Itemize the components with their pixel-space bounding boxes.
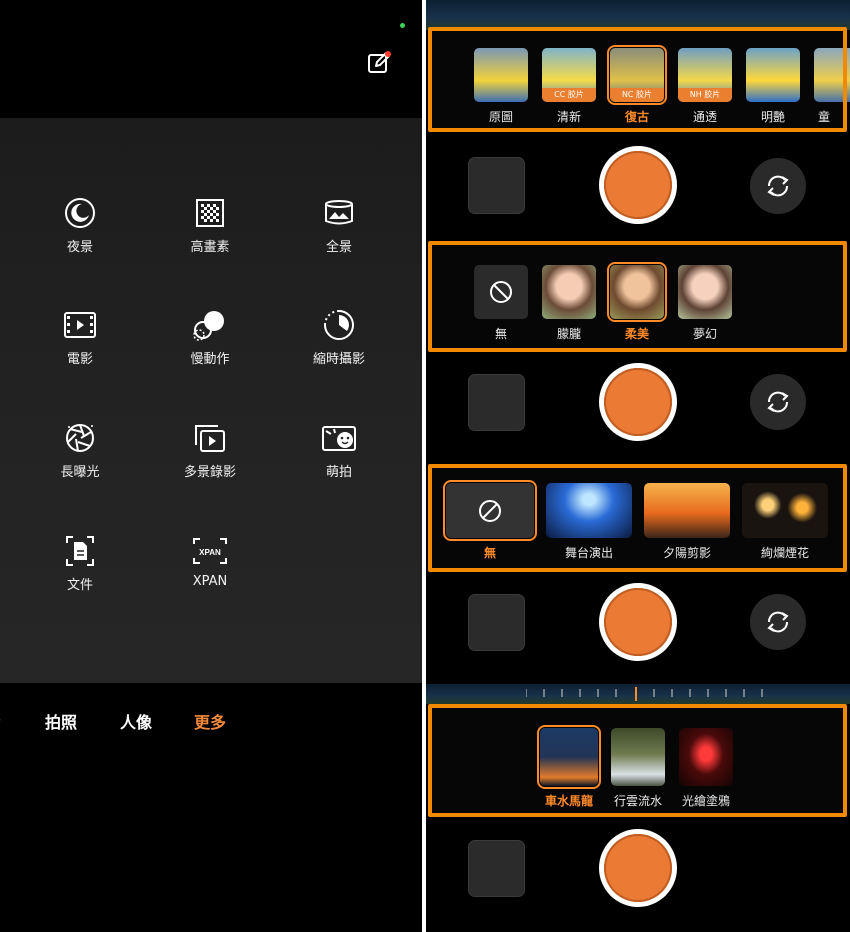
switch-camera-button[interactable] [750,374,806,430]
gallery-thumbnail[interactable] [468,374,525,431]
movie-icon [63,308,97,342]
mode-high-resolution[interactable]: 高畫素 [155,196,265,255]
highlight-box-2 [428,241,847,352]
time-lapse-icon [322,308,356,342]
switch-camera-icon [767,175,789,197]
gallery-thumbnail[interactable] [468,594,525,651]
mode-multi-scene-video[interactable]: 多景錄影 [155,421,265,480]
svg-text:XPAN: XPAN [199,548,221,557]
night-mode-icon [63,196,97,230]
mode-xpan[interactable]: XPAN XPAN [155,534,265,589]
xpan-icon: XPAN [190,534,230,568]
document-icon [63,534,97,568]
dial-ticks [525,687,763,701]
shutter-button[interactable] [599,583,677,661]
mode-movie[interactable]: 電影 [25,308,135,367]
highlight-box-4 [428,704,847,817]
switch-camera-icon [767,391,789,413]
shutter-button[interactable] [599,363,677,441]
tab-portrait[interactable]: 人像 [120,709,152,733]
shutter-button[interactable] [599,146,677,224]
shutter-button[interactable] [599,829,677,907]
long-exposure-icon [63,421,97,455]
exposure-dial[interactable] [525,686,806,701]
camera-filter-screenshots: 原圖 CC 胶片 清新 NC 胶片 復古 NH 胶片 通透 明艷 童 無 朦朧 … [426,0,850,932]
nav-offscreen-edge: • [0,713,2,727]
mode-cute-shot[interactable]: 萌拍 [284,421,394,480]
switch-camera-button[interactable] [750,594,806,650]
tab-photo[interactable]: 拍照 [45,709,77,733]
viewfinder-top-area [0,0,422,118]
multi-scene-video-icon [193,421,227,455]
mode-long-exposure[interactable]: 長曝光 [25,421,135,480]
edit-icon [368,51,391,73]
edit-modes-button[interactable] [366,50,392,76]
mode-panorama[interactable]: 全景 [284,196,394,255]
status-indicator-dot [400,23,405,28]
viewfinder-preview [426,0,850,30]
gallery-thumbnail[interactable] [468,157,525,214]
highlight-box-1 [428,27,847,132]
slow-motion-icon [193,308,227,342]
more-modes-grid: 夜景 高畫素 全景 電影 慢動作 縮時攝影 長曝光 多景錄影 萌拍 文件 XPA… [0,118,422,683]
mode-night[interactable]: 夜景 [25,196,135,255]
high-resolution-icon [193,196,227,230]
camera-mode-nav: • 拍照 人像 更多 [0,683,422,932]
mode-document[interactable]: 文件 [25,534,135,593]
cute-shot-icon [322,421,356,455]
panorama-icon [322,196,356,230]
camera-more-modes-screen: 夜景 高畫素 全景 電影 慢動作 縮時攝影 長曝光 多景錄影 萌拍 文件 XPA… [0,0,422,932]
switch-camera-button[interactable] [750,158,806,214]
highlight-box-3 [428,464,847,572]
switch-camera-icon [767,611,789,633]
gallery-thumbnail[interactable] [468,840,525,897]
mode-slow-motion[interactable]: 慢動作 [155,308,265,367]
mode-time-lapse[interactable]: 縮時攝影 [284,308,394,367]
tab-more[interactable]: 更多 [194,709,226,733]
